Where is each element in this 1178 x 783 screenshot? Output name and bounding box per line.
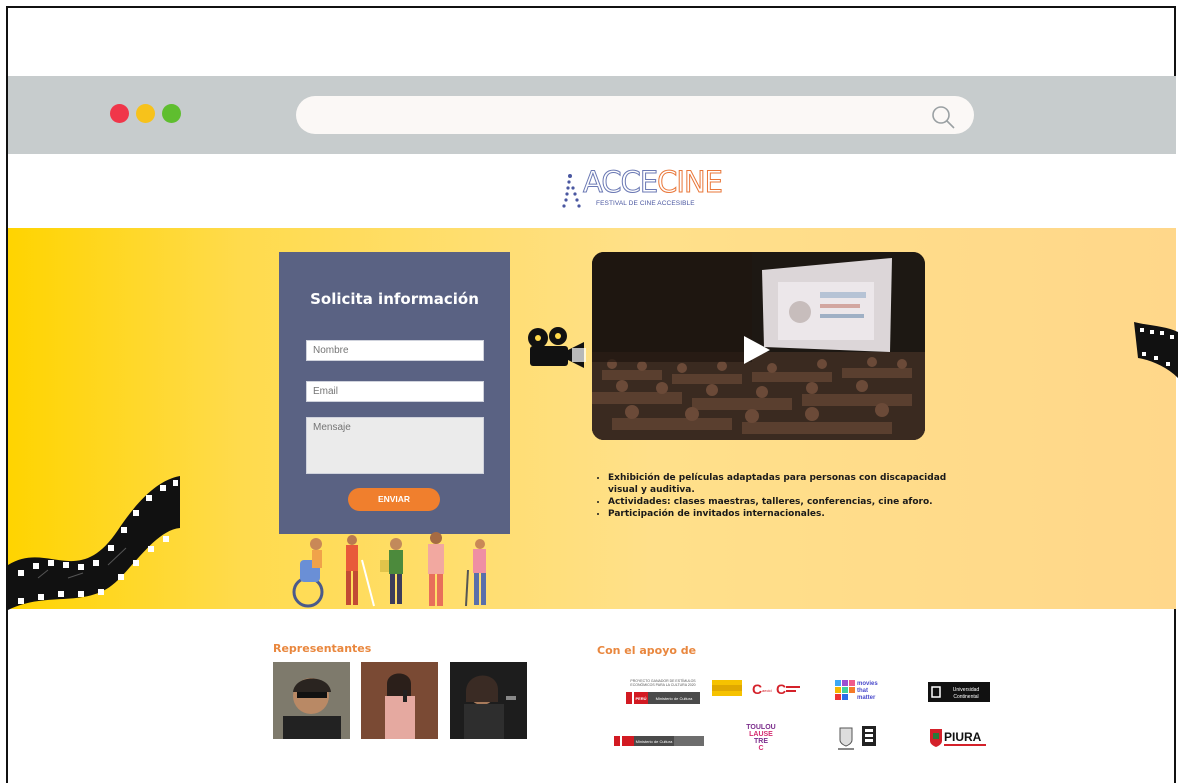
representative-photo[interactable] xyxy=(450,662,527,739)
svg-text:C: C xyxy=(776,681,786,697)
feature-item: Participación de invitados internacional… xyxy=(608,508,948,520)
svg-text:Continental: Continental xyxy=(953,694,978,700)
minimize-window-button[interactable] xyxy=(136,104,155,123)
movies-that-matter-logo[interactable]: movies that matter xyxy=(835,676,885,702)
aecid-logo[interactable]: C aecid C xyxy=(712,678,802,700)
representative-portrait xyxy=(361,662,438,739)
toulouse-logo[interactable]: TOULOU LAUSE TRE C xyxy=(742,722,780,752)
universidad-continental-logo[interactable]: Universidad Continental xyxy=(928,682,990,702)
sponsors-title: Con el apoyo de xyxy=(597,644,697,657)
email-input[interactable] xyxy=(306,381,484,402)
maximize-window-button[interactable] xyxy=(162,104,181,123)
representative-portrait xyxy=(450,662,527,739)
svg-text:aecid: aecid xyxy=(762,688,772,693)
representantes-title: Representantes xyxy=(273,642,372,655)
play-icon[interactable] xyxy=(742,334,772,366)
svg-text:LAUSE: LAUSE xyxy=(749,731,773,738)
film-camera-icon xyxy=(528,327,586,368)
ministerio-cultura-small-logo[interactable]: Ministerio de Cultura xyxy=(612,732,706,750)
feature-item: Actividades: clases maestras, talleres, … xyxy=(608,496,948,508)
svg-text:matter: matter xyxy=(857,695,876,701)
svg-text:that: that xyxy=(857,688,868,694)
svg-text:movies: movies xyxy=(857,681,878,687)
enviar-button[interactable]: ENVIAR xyxy=(348,488,440,511)
features-list: Exhibición de películas adaptadas para p… xyxy=(596,472,948,520)
form-title: Solicita información xyxy=(310,290,479,308)
logo-subtitle: FESTIVAL DE CINE ACCESIBLE xyxy=(596,200,695,207)
svg-text:ECONÓMICOS PARA LA CULTURA 202: ECONÓMICOS PARA LA CULTURA 2020 xyxy=(630,682,695,687)
representative-photo[interactable] xyxy=(273,662,350,739)
film-strip-right-icon xyxy=(1134,322,1178,378)
svg-text:Universidad: Universidad xyxy=(953,687,980,693)
svg-text:TOULOU: TOULOU xyxy=(746,724,775,731)
ministerio-cultura-logo[interactable]: PROYECTO GANADOR DE ESTÍMULOS ECONÓMICOS… xyxy=(618,676,708,706)
logo-wordmark: ACCECINE xyxy=(582,165,723,199)
svg-text:C: C xyxy=(752,681,762,697)
representative-photo[interactable] xyxy=(361,662,438,739)
people-illustration xyxy=(292,532,486,608)
piura-logo[interactable]: PIURA xyxy=(928,727,988,751)
svg-text:Ministerio de Cultura: Ministerio de Cultura xyxy=(636,739,673,744)
mensaje-textarea[interactable] xyxy=(306,417,484,474)
film-strip-icon xyxy=(8,476,180,610)
svg-text:TRE: TRE xyxy=(754,738,768,745)
svg-text:PIURA: PIURA xyxy=(944,730,982,744)
municipalidad-logo[interactable] xyxy=(836,724,882,752)
representative-portrait xyxy=(273,662,350,739)
close-window-button[interactable] xyxy=(110,104,129,123)
nombre-input[interactable] xyxy=(306,340,484,361)
search-icon[interactable] xyxy=(930,104,956,130)
svg-text:Ministerio de Cultura: Ministerio de Cultura xyxy=(656,696,693,701)
svg-text:PERÚ: PERÚ xyxy=(635,696,646,701)
feature-item: Exhibición de películas adaptadas para p… xyxy=(608,472,948,496)
address-bar[interactable] xyxy=(296,96,974,134)
svg-text:C: C xyxy=(758,745,763,752)
